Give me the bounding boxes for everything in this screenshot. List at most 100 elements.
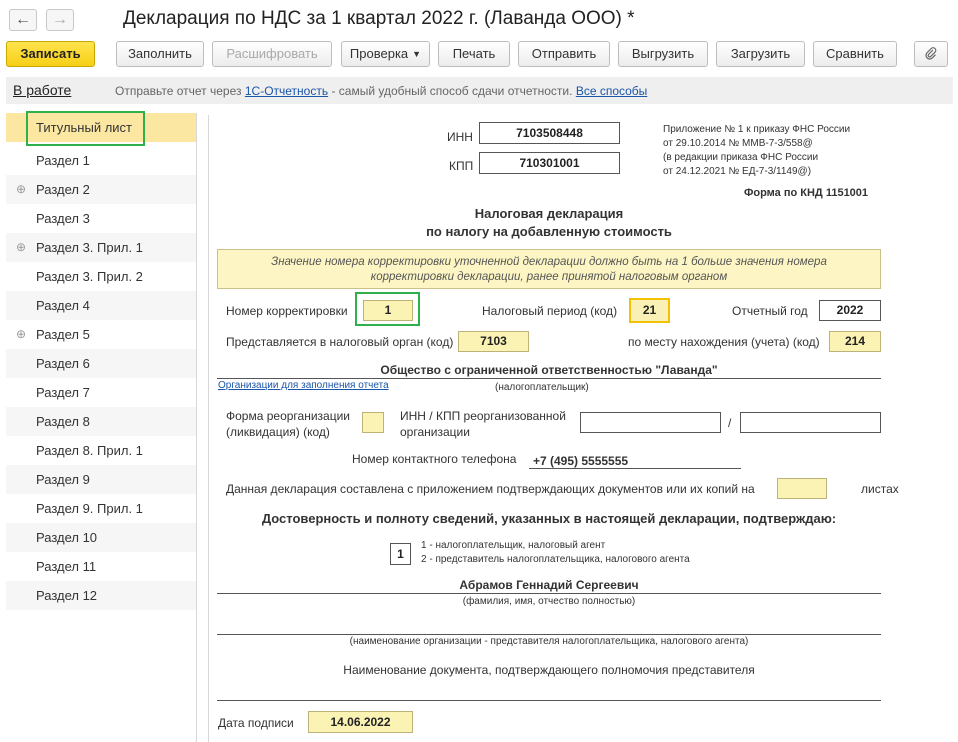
tax-authority-field[interactable]: 7103 [458, 331, 529, 352]
kpp-field[interactable]: 710301001 [479, 152, 620, 174]
phone-field[interactable]: +7 (495) 5555555 [533, 454, 628, 468]
appendix-note-line: от 24.12.2021 № ЕД-7-3/1149@) [663, 166, 812, 177]
fill-button[interactable]: Заполнить [116, 41, 204, 67]
sidebar-item-label: Раздел 3. Прил. 1 [36, 240, 143, 255]
forward-button[interactable]: → [46, 9, 74, 31]
sidebar-item-section-3-app-1[interactable]: ⊕ Раздел 3. Прил. 1 [6, 233, 196, 262]
sidebar-item-section-3[interactable]: Раздел 3 [6, 204, 196, 233]
divider [217, 634, 881, 635]
status-link[interactable]: В работе [13, 82, 71, 98]
export-button[interactable]: Выгрузить [618, 41, 708, 67]
organizations-link[interactable]: Организации для заполнения отчета [218, 380, 389, 391]
sign-date-field[interactable]: 14.06.2022 [308, 711, 413, 733]
appendix-note: Приложение № 1 к приказу ФНС России от 2… [663, 123, 850, 179]
form-code: Форма по КНД 1151001 [744, 187, 869, 199]
year-label: Отчетный год [732, 304, 808, 318]
declaration-form: ИНН 7103508448 КПП 710301001 Приложение … [208, 115, 953, 742]
reorganization-code-field[interactable] [362, 412, 384, 433]
reorganization-label: Форма реорганизации (ликвидация) (код) [226, 408, 350, 440]
compare-button[interactable]: Сравнить [813, 41, 897, 67]
inn-label: ИНН [447, 130, 473, 144]
signer-options: 1 - налогоплательщик, налоговый агент 2 … [421, 539, 690, 567]
attach-button[interactable] [914, 41, 948, 67]
organization-name: Общество с ограниченной ответственностью… [380, 363, 718, 377]
reorganized-inn-label-line-2: организации [400, 425, 470, 439]
appendix-note-line: от 29.10.2014 № ММВ-7-3/558@ [663, 138, 813, 149]
check-button-label: Проверка [349, 46, 409, 61]
sidebar-item-section-3-app-2[interactable]: Раздел 3. Прил. 2 [6, 262, 196, 291]
sidebar-item-section-9[interactable]: Раздел 9 [6, 465, 196, 494]
sidebar-item-label: Раздел 8. Прил. 1 [36, 443, 143, 458]
phone-underline [529, 468, 741, 469]
all-methods-link[interactable]: Все способы [576, 84, 648, 98]
reorganization-label-line-1: Форма реорганизации [226, 409, 350, 423]
appendix-note-line: (в редакции приказа ФНС России [663, 152, 819, 163]
fio-caption: (фамилия, имя, отчество полностью) [462, 596, 636, 607]
location-label: по месту нахождения (учета) (код) [628, 335, 820, 349]
sidebar-item-label: Раздел 9 [36, 472, 90, 487]
sidebar-item-section-8-app-1[interactable]: Раздел 8. Прил. 1 [6, 436, 196, 465]
expand-icon[interactable]: ⊕ [16, 233, 26, 262]
confirmation-heading: Достоверность и полноту сведений, указан… [261, 511, 837, 526]
import-button[interactable]: Загрузить [716, 41, 805, 67]
inn-field[interactable]: 7103508448 [479, 122, 620, 144]
sidebar-item-section-2[interactable]: ⊕ Раздел 2 [6, 175, 196, 204]
sidebar-item-label: Титульный лист [36, 120, 133, 135]
sidebar-item-section-7[interactable]: Раздел 7 [6, 378, 196, 407]
sidebar-item-section-11[interactable]: Раздел 11 [6, 552, 196, 581]
check-dropdown-button[interactable]: Проверка ▼ [341, 41, 430, 67]
sidebar-item-label: Раздел 3 [36, 211, 90, 226]
sidebar-item-section-9-app-1[interactable]: Раздел 9. Прил. 1 [6, 494, 196, 523]
decrypt-button[interactable]: Расшифровать [212, 41, 332, 67]
period-label: Налоговый период (код) [482, 304, 618, 318]
sidebar-item-label: Раздел 7 [36, 385, 90, 400]
sidebar-item-title-page[interactable]: Титульный лист [6, 111, 196, 146]
signer-option-2: 2 - представитель налогоплательщика, нал… [421, 554, 690, 565]
sidebar-item-label: Раздел 1 [36, 153, 90, 168]
reorganization-label-line-2: (ликвидация) (код) [226, 425, 330, 439]
warning-line-1: Значение номера корректировки уточненной… [271, 256, 827, 268]
pages-count-field[interactable] [777, 478, 827, 499]
reorganized-inn-label-line-1: ИНН / КПП реорганизованной [400, 409, 566, 423]
sidebar-item-section-10[interactable]: Раздел 10 [6, 523, 196, 552]
pages-label: Данная декларация составлена с приложени… [226, 482, 755, 496]
signer-code-field[interactable]: 1 [390, 543, 411, 565]
expand-icon[interactable]: ⊕ [16, 175, 26, 204]
sidebar-item-section-6[interactable]: Раздел 6 [6, 349, 196, 378]
slash-separator: / [728, 416, 732, 430]
back-button[interactable]: ← [9, 9, 37, 31]
sidebar-item-section-5[interactable]: ⊕ Раздел 5 [6, 320, 196, 349]
sidebar-item-section-8[interactable]: Раздел 8 [6, 407, 196, 436]
sidebar-item-label: Раздел 10 [36, 530, 98, 545]
reorganized-kpp-field[interactable] [740, 412, 881, 433]
representative-org-caption: (наименование организации - представител… [349, 636, 749, 647]
sidebar-item-label: Раздел 9. Прил. 1 [36, 501, 143, 516]
window-title: Декларация по НДС за 1 квартал 2022 г. (… [123, 8, 635, 29]
sidebar-item-label: Раздел 12 [36, 588, 98, 603]
sidebar-item-section-12[interactable]: Раздел 12 [6, 581, 196, 610]
appendix-note-line: Приложение № 1 к приказу ФНС России [663, 124, 851, 135]
period-field[interactable]: 21 [629, 298, 670, 323]
signer-name[interactable]: Абрамов Геннадий Сергеевич [339, 578, 759, 592]
send-button[interactable]: Отправить [518, 41, 610, 67]
form-heading-line-2: по налогу на добавленную стоимость [426, 224, 672, 239]
correction-warning: Значение номера корректировки уточненной… [217, 249, 881, 289]
divider [217, 700, 881, 701]
form-heading-line-1: Налоговая декларация [474, 206, 624, 221]
sidebar-item-section-4[interactable]: Раздел 4 [6, 291, 196, 320]
location-code-field[interactable]: 214 [829, 331, 881, 352]
info-bar: В работе Отправьте отчет через 1С-Отчетн… [6, 77, 953, 104]
year-field[interactable]: 2022 [819, 300, 881, 321]
correction-number-field[interactable]: 1 [363, 300, 413, 321]
reorganized-inn-field[interactable] [580, 412, 721, 433]
save-button[interactable]: Записать [6, 41, 95, 67]
kpp-label: КПП [449, 159, 474, 173]
correction-label: Номер корректировки [226, 304, 348, 318]
reporting-service-link[interactable]: 1С-Отчетность [245, 84, 328, 98]
expand-icon[interactable]: ⊕ [16, 320, 26, 349]
chevron-down-icon: ▼ [412, 49, 422, 59]
pages-suffix: листах [861, 482, 899, 496]
print-button[interactable]: Печать [438, 41, 510, 67]
sidebar-item-section-1[interactable]: Раздел 1 [6, 146, 196, 175]
divider [217, 593, 881, 594]
